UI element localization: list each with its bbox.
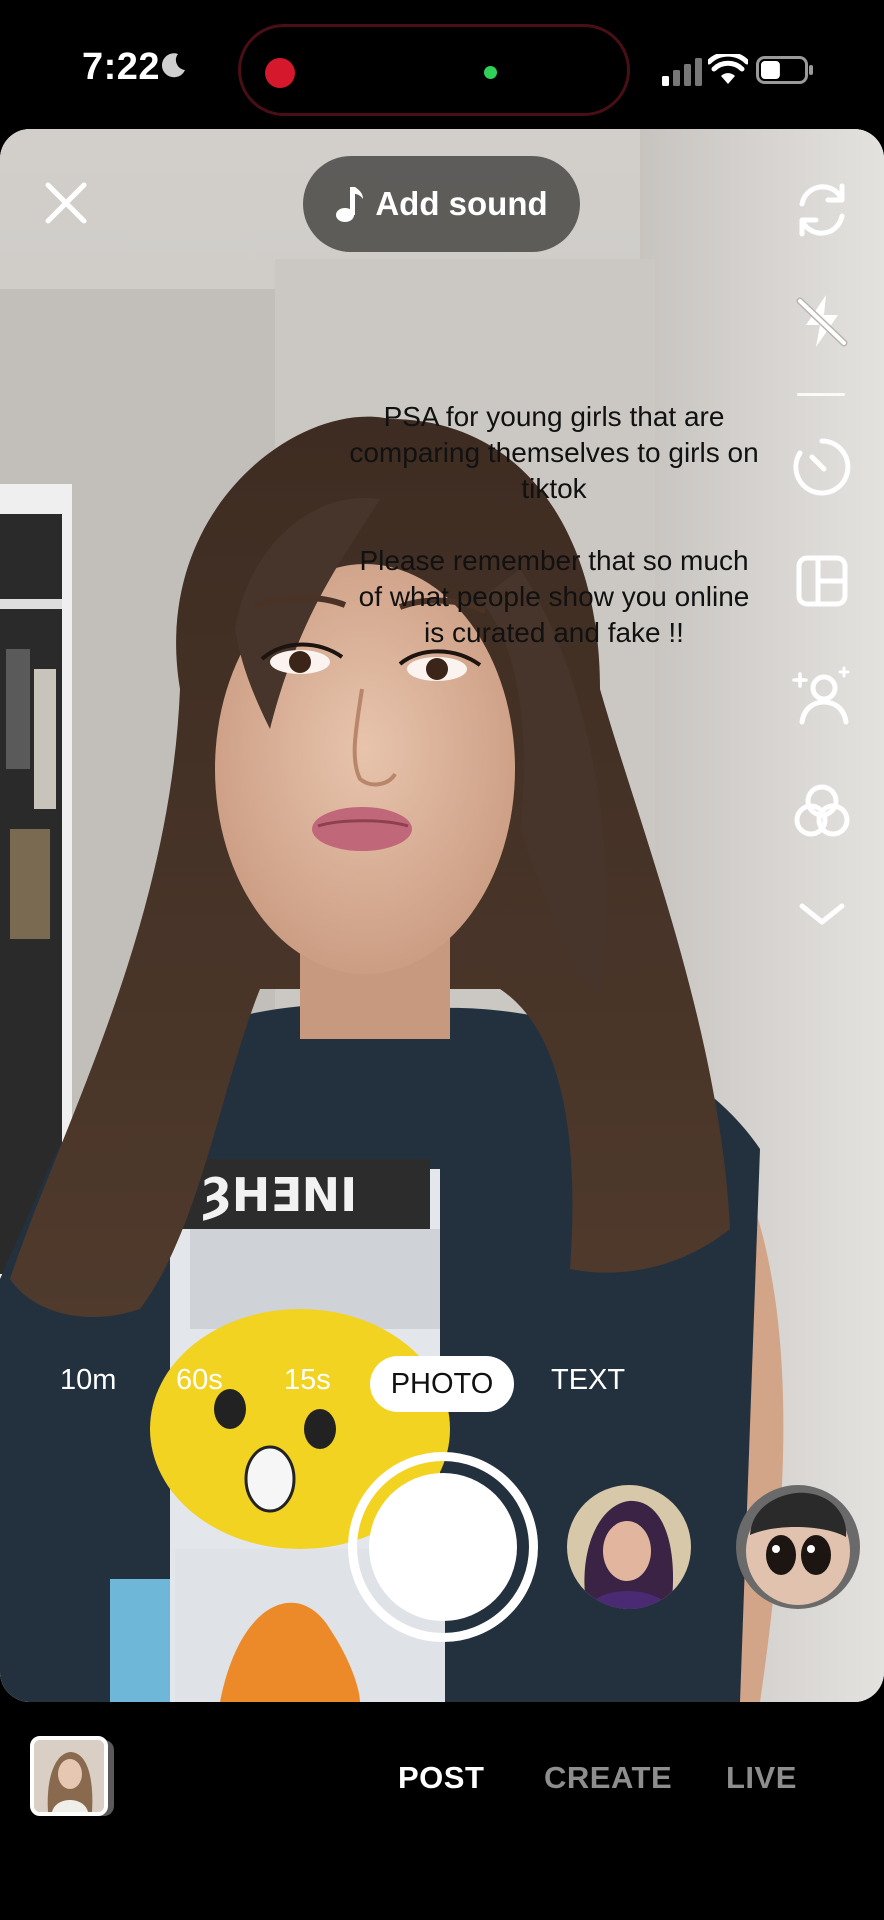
mode-10m[interactable]: 10m [60, 1364, 116, 1397]
retouch-icon[interactable] [790, 664, 854, 728]
toolbar-divider [797, 393, 845, 396]
gallery-thumbnail-image [30, 1736, 108, 1816]
tab-create[interactable]: CREATE [544, 1760, 672, 1796]
dynamic-island [238, 24, 630, 116]
tab-post[interactable]: POST [398, 1760, 484, 1796]
timer-icon[interactable] [790, 435, 854, 499]
moon-icon [161, 53, 185, 78]
overlay-text-paragraph-2: Please remember that so much of what peo… [358, 545, 750, 648]
shutter-button[interactable] [348, 1452, 538, 1642]
tab-live[interactable]: LIVE [726, 1760, 797, 1796]
chevron-down-icon[interactable] [790, 884, 854, 948]
add-sound-label: Add sound [375, 185, 548, 222]
status-bar: 7:22 [0, 0, 884, 130]
add-sound-button[interactable]: Add sound [303, 156, 580, 252]
overlay-text-paragraph-1: PSA for young girls that are comparing t… [349, 401, 759, 504]
flip-camera-icon[interactable] [790, 178, 854, 242]
camera-indicator-icon [484, 66, 497, 79]
effect-thumbnail-1[interactable] [567, 1485, 691, 1609]
flash-off-icon[interactable] [790, 289, 854, 353]
filters-icon[interactable] [790, 779, 854, 843]
close-icon[interactable] [38, 175, 94, 231]
effect-thumbnail-2[interactable] [736, 1485, 860, 1609]
mode-photo[interactable]: PHOTO [370, 1356, 514, 1412]
cellular-signal-icon [662, 58, 702, 86]
camera-viewfinder[interactable]: ȜHƎNI Add sound PSA for young girls that… [0, 129, 884, 1702]
bottom-navigation: POST CREATE LIVE [0, 1702, 884, 1920]
mode-60s[interactable]: 60s [176, 1364, 223, 1397]
layout-icon[interactable] [790, 549, 854, 613]
shutter-inner [369, 1473, 517, 1621]
recording-indicator-icon [265, 58, 295, 88]
svg-text:ȜHƎNI: ȜHƎNI [200, 1168, 357, 1222]
battery-icon [756, 56, 813, 84]
wifi-icon [708, 54, 748, 84]
mode-text[interactable]: TEXT [551, 1364, 625, 1397]
status-time: 7:22 [82, 46, 161, 88]
gallery-upload-button[interactable] [30, 1736, 114, 1816]
music-note-icon [336, 187, 364, 222]
capture-mode-selector: 10m 60s 15s PHOTO TEXT [0, 1356, 884, 1416]
overlay-text[interactable]: PSA for young girls that are comparing t… [346, 399, 762, 651]
mode-15s[interactable]: 15s [284, 1364, 331, 1397]
